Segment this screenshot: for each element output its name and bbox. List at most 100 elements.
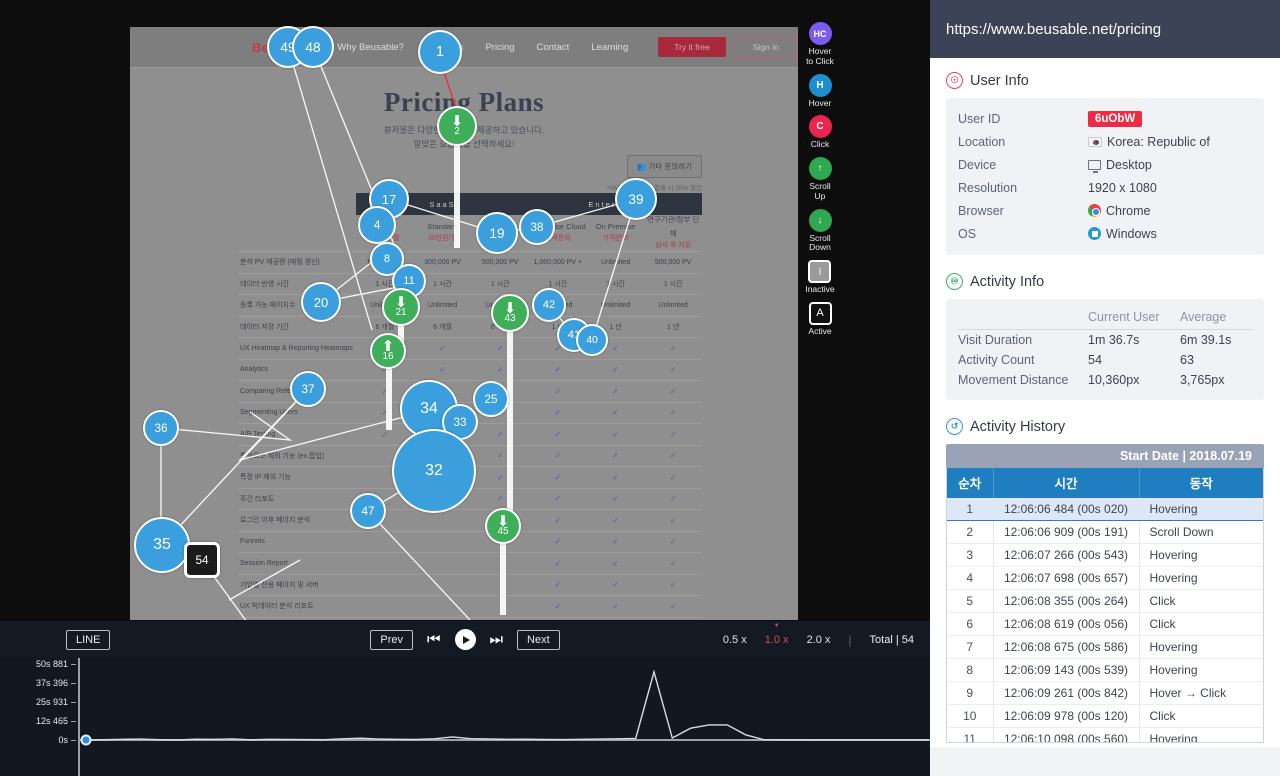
speed-1_0x[interactable]: 1.0 x — [765, 634, 789, 646]
feature-label: Session Report — [240, 559, 288, 567]
skip-back-icon[interactable]: ⏮ — [427, 632, 441, 647]
feature-cell: ✓ — [496, 429, 504, 439]
activity-metric-label: Movement Distance — [958, 373, 1069, 387]
feature-label: A/B Testing — [240, 430, 276, 438]
scroll-arrow-icon: ⬆ — [381, 337, 395, 355]
activity-metric-average: 3,765px — [1180, 373, 1225, 387]
replay-marker-4[interactable]: 4 — [358, 206, 396, 244]
replay-marker-45[interactable]: ⬇ 45 — [485, 508, 521, 544]
legend-label: Click — [810, 139, 830, 150]
skip-forward-icon[interactable]: ⏭ — [490, 632, 504, 647]
replay-marker-19[interactable]: 19 — [476, 212, 518, 254]
feature-cell: ✓ — [496, 343, 504, 353]
user-info-rows: User ID 6uObW Location Korea: Republic of De… — [946, 98, 1264, 255]
replay-marker-37[interactable]: 37 — [290, 371, 326, 407]
replay-marker-43[interactable]: ⬇ 43 — [491, 294, 529, 332]
legend-label: Scroll Down — [809, 232, 831, 253]
replay-marker-16[interactable]: ⬆ 16 — [370, 333, 406, 369]
history-scroll-area[interactable]: 순차 시간 동작 1 12:06:06 484 (00s 020) Hovering… — [946, 468, 1264, 743]
history-row[interactable]: 5 12:06:08 355 (00s 264) Click — [947, 589, 1263, 613]
replay-marker-20[interactable]: 20 — [301, 282, 341, 322]
history-row[interactable]: 7 12:06:08 675 (00s 586) Hovering — [947, 635, 1263, 659]
page-inquiry-button[interactable]: 👥 기타 문의하기 — [627, 155, 702, 178]
play-button[interactable] — [454, 629, 476, 650]
chart-playhead[interactable] — [80, 734, 92, 746]
user-info-val-wrap: Desktop — [1088, 158, 1152, 173]
history-order: 10 — [947, 704, 994, 728]
replay-marker-36[interactable]: 36 — [143, 410, 179, 446]
history-action: Click — [1139, 612, 1263, 636]
activity-history-title: Activity History — [970, 418, 1066, 435]
speed-2_0x[interactable]: 2.0 x — [807, 634, 831, 646]
history-row[interactable]: 6 12:06:08 619 (00s 056) Click — [947, 612, 1263, 636]
replay-app: Beusable Why Beusable? Features Pricing … — [0, 0, 1280, 776]
replay-marker-40[interactable]: 40 — [576, 324, 608, 356]
page-sign-in-button[interactable]: Sign in — [733, 37, 798, 57]
pricing-plan-4: On Premise 가격문의 — [587, 220, 645, 246]
marker-number: 21 — [395, 306, 407, 318]
scroll-arrow-icon: ⬇ — [503, 299, 517, 317]
history-time: 12:06:06 484 (00s 020) — [993, 497, 1140, 521]
user-info-value: Korea: Republic of — [1107, 134, 1210, 149]
replay-marker-25[interactable]: 25 — [473, 381, 509, 417]
feature-cell: ✓ — [612, 408, 619, 418]
legend-glyph: C — [808, 115, 832, 139]
history-table: 순차 시간 동작 1 12:06:06 484 (00s 020) Hovering… — [947, 468, 1263, 742]
marker-number: 42 — [542, 299, 556, 311]
history-row[interactable]: 3 12:06:07 266 (00s 543) Hovering — [947, 543, 1263, 567]
history-row[interactable]: 1 12:06:06 484 (00s 020) Hovering — [947, 497, 1263, 521]
page-nav-link-3[interactable]: Contact — [537, 42, 570, 53]
marker-number: 20 — [313, 294, 329, 310]
user-info-val-wrap: Windows — [1088, 227, 1157, 241]
feature-label: Analytics — [240, 366, 269, 374]
replay-marker-38[interactable]: 38 — [519, 209, 555, 245]
replay-marker-42[interactable]: 42 — [532, 288, 566, 322]
marker-number: 11 — [403, 275, 415, 287]
activity-icon: ♾ — [946, 273, 963, 290]
page-try-free-button[interactable]: Try it free — [658, 37, 726, 57]
feature-cell: ✓ — [554, 515, 562, 525]
feature-cell: ✓ — [554, 472, 562, 482]
history-col-order: 순차 — [947, 468, 994, 498]
prev-button[interactable]: Prev — [370, 629, 413, 650]
legend-hover-to-click: HC Hover to Click — [806, 22, 834, 67]
people-icon: 👥 — [637, 162, 647, 171]
marker-number: 34 — [420, 400, 438, 417]
activity-info-blank-header — [958, 308, 1088, 330]
page-nav-link-4[interactable]: Learning — [591, 42, 628, 53]
feature-cell: 300,000 PV — [424, 258, 461, 266]
activity-metric-current: 1m 36.7s — [1088, 333, 1140, 347]
replay-marker-21[interactable]: ⬇ 21 — [382, 288, 420, 326]
marker-number: 19 — [489, 225, 505, 241]
history-row[interactable]: 10 12:06:09 978 (00s 120) Click — [947, 704, 1263, 728]
speed-0_5x[interactable]: 0.5 x — [723, 634, 747, 646]
history-order: 2 — [947, 520, 994, 544]
replay-marker-2[interactable]: ⬇ 2 — [437, 106, 477, 146]
history-body: 1 12:06:06 484 (00s 020) Hovering 2 12:06:06… — [947, 497, 1263, 742]
user-info-row: Device Desktop — [958, 153, 1252, 176]
activity-info-col-average: Average — [1180, 308, 1252, 330]
history-row[interactable]: 4 12:06:07 698 (00s 657) Hovering — [947, 566, 1263, 590]
marker-number: 8 — [383, 253, 391, 265]
page-nav-link-2[interactable]: Pricing — [485, 42, 514, 53]
replay-marker-39[interactable]: 39 — [615, 178, 657, 220]
page-nav-link-0[interactable]: Why Beusable? — [337, 42, 404, 53]
user-info-key: Resolution — [958, 180, 1018, 195]
history-row[interactable]: 9 12:06:09 261 (00s 842) Hover → Click — [947, 681, 1263, 705]
replay-marker-54[interactable]: 54 — [184, 542, 220, 578]
replay-marker-32[interactable]: 32 — [392, 429, 476, 513]
feature-cell: 6 개월 — [433, 323, 452, 331]
feature-cell: ✓ — [496, 494, 504, 504]
history-row[interactable]: 11 12:06:10 098 (00s 560) Hovering — [947, 727, 1263, 742]
history-row[interactable]: 2 12:06:06 909 (00s 191) Scroll Down — [947, 520, 1263, 544]
replay-marker-35[interactable]: 35 — [134, 517, 190, 573]
feature-label: 특정 IP 제외 기능 — [240, 474, 291, 482]
feature-cell: ✓ — [496, 451, 504, 461]
replay-marker-47[interactable]: 47 — [350, 493, 386, 529]
replay-marker-1[interactable]: 1 — [418, 30, 462, 74]
next-button[interactable]: Next — [517, 629, 560, 650]
history-row[interactable]: 8 12:06:09 143 (00s 539) Hovering — [947, 658, 1263, 682]
replay-marker-48[interactable]: 48 — [292, 26, 334, 68]
history-order: 4 — [947, 566, 994, 590]
feature-cell: ✓ — [612, 580, 619, 590]
